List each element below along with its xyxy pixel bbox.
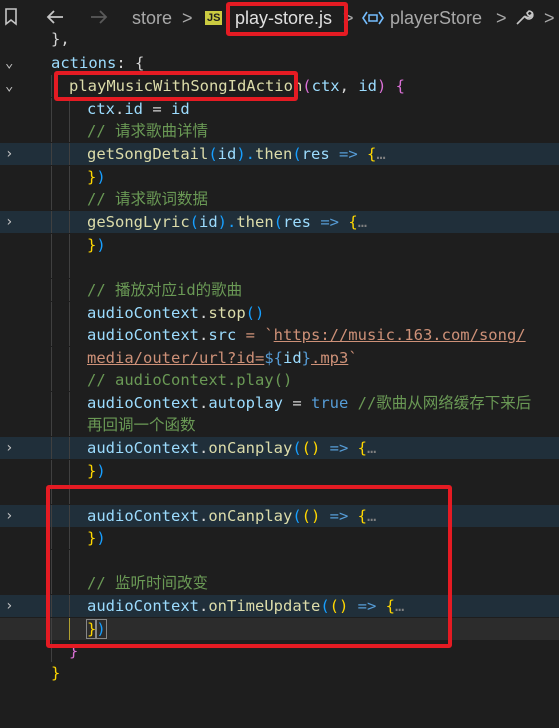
breadcrumb-symbol[interactable]: playerStore [390,8,482,29]
code-line: } [51,664,61,682]
code-line: // 播放对应id的歌曲 [0,279,559,301]
fold-chevron-down-icon[interactable]: ⌄ [5,52,13,74]
code-line: // 请求歌曲详情 [0,120,559,142]
code-line: // 请求歌词数据 [0,188,559,210]
breadcrumb-separator: > [182,8,193,28]
code-line [0,256,559,278]
fold-chevron-down-icon[interactable]: ⌄ [5,75,13,97]
code-line: media/outer/url?id=${id}.mp3` [0,347,559,369]
code-line: ctx.id = id [0,98,559,120]
annotation-highlight-filename [226,2,348,36]
code-line: }) [0,234,559,256]
breadcrumb-separator: > [544,8,555,28]
annotation-highlight-action [54,71,298,101]
code-line: }) [0,460,559,482]
breadcrumb-separator: > [496,8,507,28]
fold-chevron-right-icon[interactable]: › [5,505,13,527]
js-file-icon: JS [205,11,223,25]
code-line: // audioContext.play() [0,369,559,391]
code-line: audioContext.src = `https://music.163.co… [0,324,559,346]
fold-chevron-right-icon[interactable]: › [5,143,13,165]
fold-chevron-right-icon[interactable]: › [5,211,13,233]
annotation-highlight-callbacks [46,485,452,648]
fold-chevron-right-icon[interactable]: › [5,437,13,459]
code-line: 再回调一个函数 [0,414,559,436]
code-line: › audioContext.onCanplay(() => {… [0,437,559,459]
code-line: audioContext.autoplay = true //歌曲从网络缓存下来… [0,392,559,414]
code-line: › geSongLyric(id).then(res => {… [0,211,559,233]
code-line: }) [0,166,559,188]
fold-chevron-right-icon[interactable]: › [5,595,13,617]
breadcrumb-folder[interactable]: store [132,8,172,29]
code-line: › getSongDetail(id).then(res => {… [0,143,559,165]
code-line: audioContext.stop() [0,302,559,324]
